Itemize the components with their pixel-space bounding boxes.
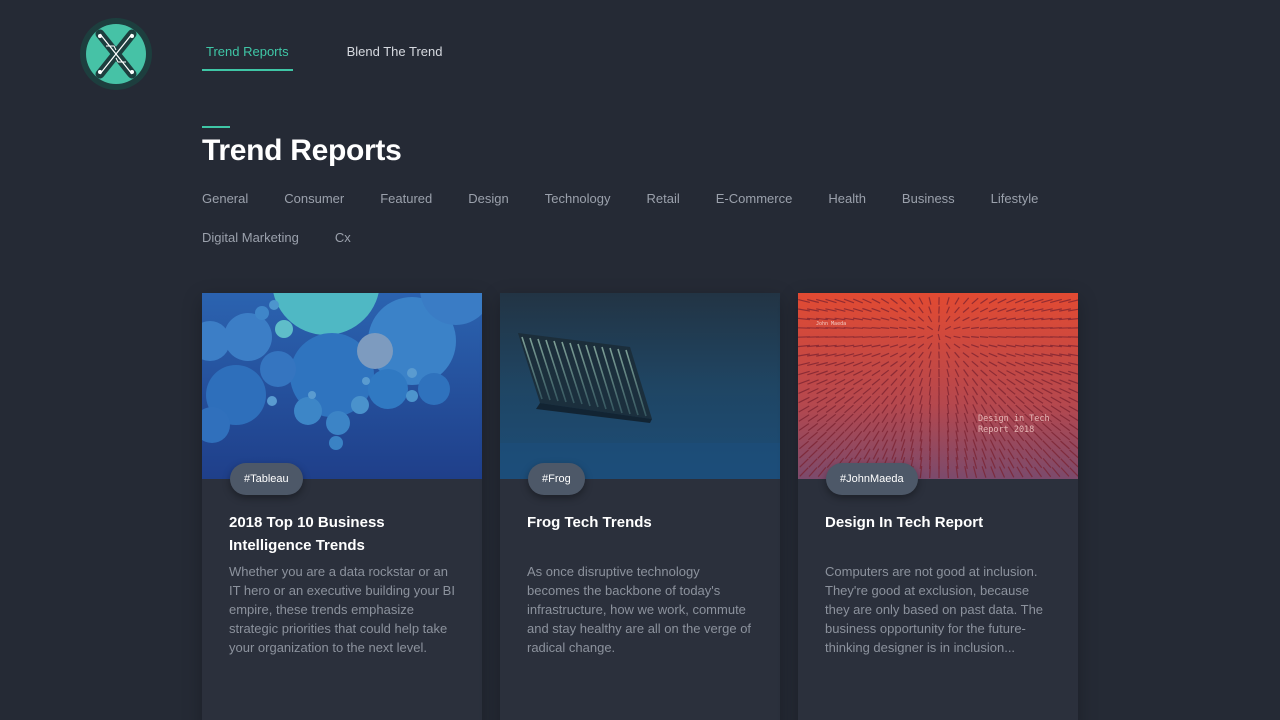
- report-cards: #Tableau 2018 Top 10 Business Intelligen…: [202, 293, 1078, 720]
- pattern-line: [947, 465, 949, 479]
- pattern-line: [1006, 327, 1016, 329]
- card-description: Computers are not good at inclusion. The…: [825, 564, 1044, 655]
- image-author-text: John Maeda: [816, 321, 846, 327]
- pattern-line: [1006, 336, 1016, 338]
- pattern-line: [979, 336, 989, 338]
- pattern-line: [979, 327, 989, 329]
- pattern-line: [889, 336, 899, 338]
- tag-badge[interactable]: #JohnMaeda: [826, 463, 918, 495]
- matrix-screen-image: [500, 293, 780, 479]
- filter-cx[interactable]: Cx: [335, 229, 351, 246]
- title-accent-line: [202, 126, 230, 128]
- card-title[interactable]: 2018 Top 10 Business Intelligence Trends: [229, 511, 459, 557]
- report-card-tableau[interactable]: #Tableau 2018 Top 10 Business Intelligen…: [202, 293, 482, 720]
- nav-trend-reports[interactable]: Trend Reports: [202, 44, 293, 71]
- card-description: Whether you are a data rockstar or an IT…: [229, 564, 455, 655]
- card-description: As once disruptive technology becomes th…: [527, 564, 752, 655]
- filter-digital-marketing[interactable]: Digital Marketing: [202, 229, 299, 246]
- filter-featured[interactable]: Featured: [380, 190, 432, 207]
- pattern-line: [1014, 327, 1026, 329]
- tag-badge[interactable]: #Frog: [528, 463, 585, 495]
- filter-retail[interactable]: Retail: [647, 190, 680, 207]
- pattern-line: [988, 327, 998, 329]
- filter-business[interactable]: Business: [902, 190, 955, 207]
- pattern-line: [852, 327, 864, 329]
- pattern-line: [862, 336, 872, 338]
- image-title-line1: Design in Tech: [978, 414, 1050, 424]
- blue-bubbles-image: [202, 293, 482, 479]
- image-title-line2: Report 2018: [978, 425, 1034, 435]
- report-card-frog[interactable]: #Frog Frog Tech Trends As once disruptiv…: [500, 293, 780, 720]
- pattern-line: [880, 336, 890, 338]
- pattern-line: [971, 336, 979, 338]
- logo-circle: [86, 24, 146, 84]
- page: Trend Reports Blend The Trend Trend Repo…: [0, 0, 1280, 720]
- filter-health[interactable]: Health: [828, 190, 866, 207]
- filter-design[interactable]: Design: [468, 190, 508, 207]
- pattern-line: [938, 342, 940, 350]
- pattern-line: [843, 327, 855, 329]
- filter-e-commerce[interactable]: E-Commerce: [716, 190, 793, 207]
- red-lines-image: John Maeda Design in Tech Report 2018: [798, 293, 1078, 479]
- pattern-line: [997, 327, 1007, 329]
- pattern-line: [871, 327, 881, 329]
- tag-badge[interactable]: #Tableau: [230, 463, 303, 495]
- filter-consumer[interactable]: Consumer: [284, 190, 344, 207]
- pattern-line: [880, 327, 890, 329]
- x-logo-icon[interactable]: [80, 18, 152, 90]
- card-title[interactable]: Design In Tech Report: [825, 511, 1055, 534]
- pattern-line: [997, 336, 1007, 338]
- pattern-line: [871, 336, 881, 338]
- logo-x-mark: [95, 29, 137, 79]
- pattern-line: [988, 336, 998, 338]
- filter-lifestyle[interactable]: Lifestyle: [991, 190, 1039, 207]
- pattern-line: [929, 465, 931, 479]
- filter-technology[interactable]: Technology: [545, 190, 611, 207]
- pattern-line: [862, 327, 872, 329]
- nav-blend-the-trend[interactable]: Blend The Trend: [343, 44, 447, 71]
- report-card-johnmaeda[interactable]: John Maeda Design in Tech Report 2018 #J…: [798, 293, 1078, 720]
- pattern-line: [899, 336, 907, 338]
- filter-general[interactable]: General: [202, 190, 248, 207]
- category-filters: General Consumer Featured Design Technol…: [202, 190, 1082, 246]
- card-title[interactable]: Frog Tech Trends: [527, 511, 757, 534]
- page-title: Trend Reports: [202, 134, 402, 167]
- top-nav: Trend Reports Blend The Trend: [202, 44, 447, 71]
